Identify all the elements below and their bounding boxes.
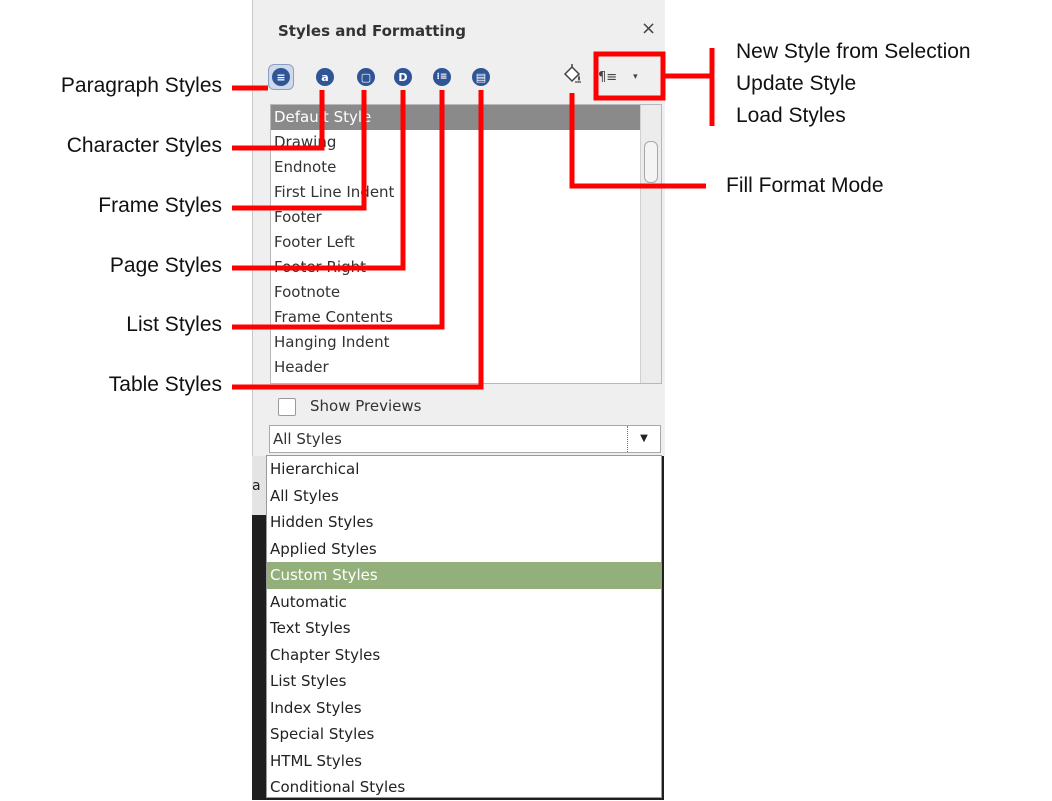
callout-lines <box>232 48 715 390</box>
callout-line-character <box>232 90 325 151</box>
callout-line-fill <box>569 93 706 189</box>
callout-frame-styles: Frame Styles <box>98 194 222 217</box>
callout-line-page <box>232 90 406 271</box>
callout-load-styles: Load Styles <box>736 104 846 127</box>
callout-update-style: Update Style <box>736 72 857 95</box>
callout-box-new-style <box>593 51 666 101</box>
callout-fill-format-mode: Fill Format Mode <box>726 174 884 197</box>
callout-character-styles: Character Styles <box>66 134 222 157</box>
callout-list-styles: List Styles <box>126 313 222 336</box>
callout-new-style-from-selection: New Style from Selection <box>736 40 971 63</box>
callout-table-styles: Table Styles <box>108 373 222 396</box>
callout-page-styles: Page Styles <box>109 254 222 277</box>
callout-paragraph-styles: Paragraph Styles <box>60 74 222 97</box>
